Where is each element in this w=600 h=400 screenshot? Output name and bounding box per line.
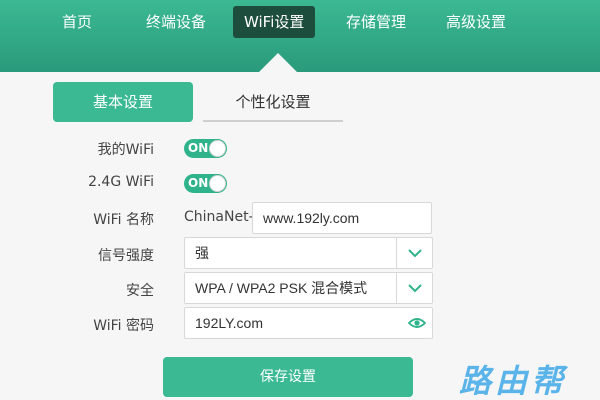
my-wifi-toggle-text: ON <box>188 141 209 155</box>
my-wifi-label: 我的WiFi <box>97 142 154 158</box>
tab-basic-settings[interactable]: 基本设置 <box>53 82 193 122</box>
my-wifi-toggle[interactable]: ON <box>184 139 227 158</box>
nav-wifi-settings[interactable]: WiFi设置 <box>233 6 316 38</box>
chevron-down-icon <box>408 284 422 293</box>
eye-icon[interactable] <box>408 316 426 330</box>
save-settings-button[interactable]: 保存设置 <box>163 357 413 397</box>
wifi-password-input[interactable]: 192LY.com <box>184 307 433 339</box>
nav-advanced[interactable]: 高级设置 <box>446 6 506 38</box>
wifi-name-input[interactable] <box>252 202 432 234</box>
signal-strength-value: 强 <box>195 245 209 261</box>
nav-home[interactable]: 首页 <box>62 6 92 38</box>
wifi-password-value: 192LY.com <box>195 315 263 331</box>
wifi-name-prefix: ChinaNet- <box>184 209 254 225</box>
top-navigation-bar: 首页 终端设备 WiFi设置 存储管理 高级设置 <box>0 0 600 72</box>
active-nav-caret <box>259 53 297 72</box>
toggle-knob <box>209 175 226 192</box>
band-24g-toggle[interactable]: ON <box>184 174 227 193</box>
signal-strength-label: 信号强度 <box>98 248 154 264</box>
band-24g-toggle-text: ON <box>188 176 209 190</box>
signal-dropdown-toggle[interactable] <box>396 238 432 268</box>
security-select[interactable]: WPA / WPA2 PSK 混合模式 <box>184 272 433 304</box>
security-label: 安全 <box>126 283 154 299</box>
signal-strength-select[interactable]: 强 <box>184 237 433 269</box>
watermark-logo: 路由帮 <box>459 362 568 400</box>
wifi-name-label: WiFi 名称 <box>93 212 154 228</box>
chevron-down-icon <box>408 249 422 258</box>
tab-personalized-settings[interactable]: 个性化设置 <box>203 82 343 122</box>
wifi-password-label: WiFi 密码 <box>93 318 154 334</box>
nav-devices[interactable]: 终端设备 <box>146 6 206 38</box>
band-24g-label: 2.4G WiFi <box>88 174 154 190</box>
security-dropdown-toggle[interactable] <box>396 273 432 303</box>
toggle-knob <box>209 140 226 157</box>
security-value: WPA / WPA2 PSK 混合模式 <box>195 280 368 296</box>
main-nav: 首页 终端设备 WiFi设置 存储管理 高级设置 <box>0 6 600 40</box>
nav-storage[interactable]: 存储管理 <box>346 6 406 38</box>
